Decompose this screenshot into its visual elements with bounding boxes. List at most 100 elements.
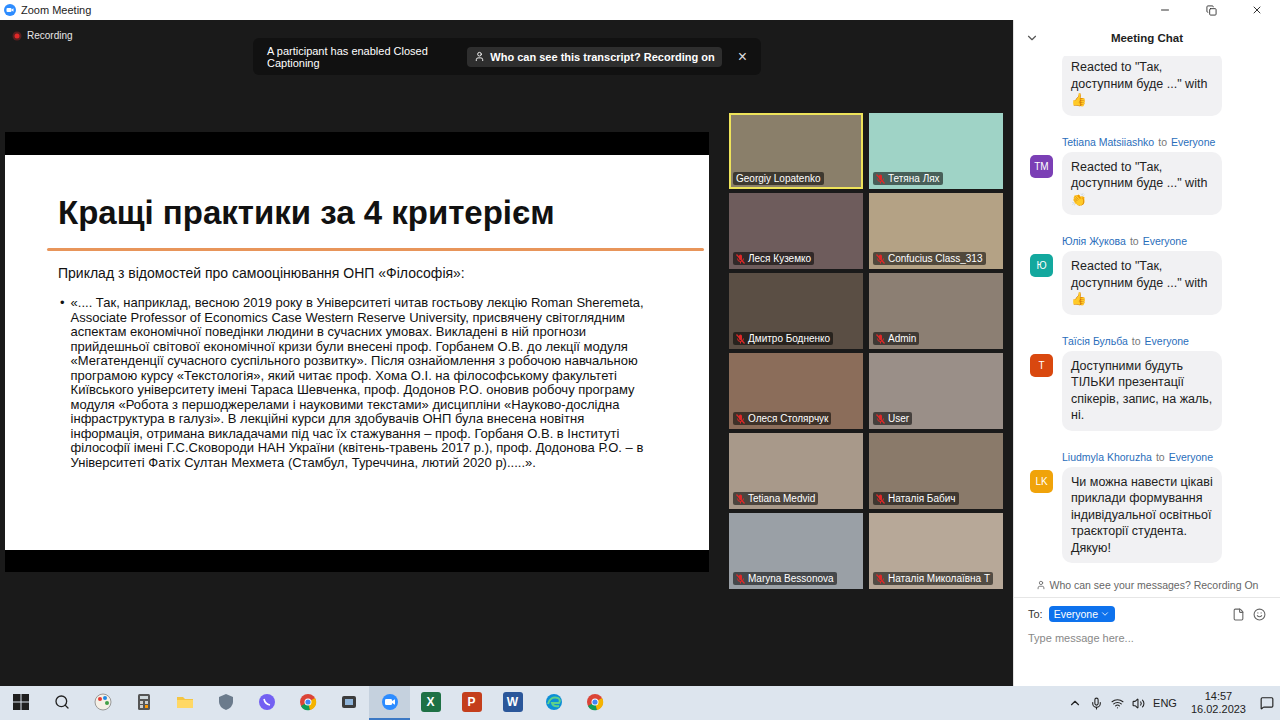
- message-header: Таїсія БульбаtoEveryone: [1062, 335, 1270, 347]
- participant-tile[interactable]: Maryna Bessonova: [729, 513, 863, 589]
- message-bubble: Reacted to "Так, доступним буде ..." wit…: [1062, 251, 1222, 315]
- taskbar-app[interactable]: X: [410, 686, 451, 720]
- muted-mic-icon: [876, 174, 885, 184]
- taskbar-app[interactable]: [287, 686, 328, 720]
- chat-message: Tetiana MatsiiashkotoEveryoneTMReacted t…: [1030, 136, 1270, 216]
- message-sender[interactable]: Юлія Жукова: [1062, 235, 1126, 247]
- calculator-icon: [134, 692, 154, 712]
- chat-panel: Meeting ChatReacted to "Так, доступним б…: [1013, 20, 1280, 686]
- minimize-button[interactable]: [1142, 0, 1188, 20]
- sender-avatar: T: [1030, 354, 1053, 377]
- window-body: Recording A participant has enabled Close…: [0, 20, 1280, 686]
- participant-tile[interactable]: Confucius Class_313: [869, 193, 1003, 269]
- participant-tile[interactable]: User: [869, 353, 1003, 429]
- collapse-button[interactable]: [1014, 31, 1050, 45]
- close-button[interactable]: [1234, 0, 1280, 20]
- banner-close-button[interactable]: ×: [732, 48, 753, 66]
- slide-rule: [47, 248, 704, 251]
- message-privacy-link[interactable]: Who can see your messages? Recording On: [1014, 575, 1280, 598]
- folder-icon: [175, 692, 195, 712]
- close-icon: [1251, 4, 1263, 16]
- sender-avatar: TM: [1030, 155, 1053, 178]
- taskbar-app[interactable]: W: [492, 686, 533, 720]
- search-button[interactable]: [41, 686, 82, 720]
- muted-mic-icon: [876, 494, 885, 504]
- participant-tile[interactable]: Тетяна Лях: [869, 113, 1003, 189]
- muted-mic-icon: [736, 414, 745, 424]
- muted-mic-icon: [876, 334, 885, 344]
- caption-banner: A participant has enabled Closed Caption…: [253, 38, 761, 75]
- participant-tile[interactable]: Леся Куземко: [729, 193, 863, 269]
- sender-avatar: LK: [1030, 470, 1053, 493]
- message-sender[interactable]: Tetiana Matsiiashko: [1062, 136, 1154, 148]
- emoji-icon[interactable]: [1253, 608, 1266, 621]
- message-sender[interactable]: Таїсія Бульба: [1062, 335, 1128, 347]
- message-to: to: [1156, 451, 1165, 463]
- slide-bullet: •«.... Так, наприклад, весною 2019 року …: [60, 296, 652, 470]
- slide-bullets: •«.... Так, наприклад, весною 2019 року …: [42, 296, 652, 470]
- taskbar-app[interactable]: [328, 686, 369, 720]
- clock[interactable]: 14:5716.02.2023: [1185, 690, 1252, 716]
- chrome-icon: [585, 692, 605, 712]
- message-bubble: Reacted to "Так, доступним буде ..." wit…: [1062, 152, 1222, 216]
- message-bubble: Reacted to "Так, доступним буде ..." wit…: [1062, 56, 1222, 116]
- recipient-select[interactable]: Everyone: [1049, 606, 1115, 622]
- participant-name: Леся Куземко: [733, 252, 814, 265]
- muted-mic-icon: [736, 334, 745, 344]
- recording-dot-icon: [12, 31, 22, 41]
- window-title: Zoom Meeting: [21, 4, 91, 16]
- participant-tile[interactable]: Олеся Столярчук: [729, 353, 863, 429]
- participant-tile[interactable]: Admin: [869, 273, 1003, 349]
- message-to: to: [1130, 235, 1139, 247]
- message-recipient: Everyone: [1143, 235, 1187, 247]
- participant-tile[interactable]: Наталія Бабич: [869, 433, 1003, 509]
- muted-mic-icon: [876, 254, 885, 264]
- taskbar-app[interactable]: [164, 686, 205, 720]
- participant-name: Наталія Миколаївна Т: [873, 572, 993, 585]
- taskbar-app[interactable]: [533, 686, 574, 720]
- taskbar-app[interactable]: [246, 686, 287, 720]
- network-icon[interactable]: [1111, 697, 1124, 710]
- recording-indicator[interactable]: Recording: [12, 30, 73, 41]
- message-header: Liudmyla KhoruzhatoEveryone: [1062, 451, 1270, 463]
- taskbar-app[interactable]: [205, 686, 246, 720]
- notification-icon[interactable]: [1260, 696, 1274, 710]
- screen: Zoom Meeting Recording A participant has e…: [0, 0, 1280, 720]
- chevron-up-icon[interactable]: [1068, 696, 1082, 710]
- participant-name: Confucius Class_313: [873, 252, 986, 265]
- paint-icon: [93, 692, 113, 712]
- volume-icon[interactable]: [1132, 697, 1145, 710]
- zoom-icon: [380, 692, 400, 712]
- participant-tile[interactable]: Tetiana Medvid: [729, 433, 863, 509]
- edge-icon: [544, 692, 564, 712]
- word-icon: W: [503, 692, 523, 712]
- transcript-visibility-button[interactable]: Who can see this transcript? Recording o…: [467, 47, 721, 67]
- slide-subtitle: Приклад з відомостей про самооцінювання …: [42, 264, 652, 282]
- chat-header: Meeting Chat: [1014, 20, 1280, 56]
- recipient-row: To:Everyone: [1014, 598, 1280, 626]
- participant-tile[interactable]: Georgiy Lopatenko: [729, 113, 863, 189]
- message-sender[interactable]: Liudmyla Khoruzha: [1062, 451, 1152, 463]
- file-icon[interactable]: [1232, 608, 1245, 621]
- window-controls: [1142, 0, 1280, 20]
- taskbar: XPW ENG 14:5716.02.2023: [0, 686, 1280, 720]
- taskbar-app[interactable]: [82, 686, 123, 720]
- system-tray: ENG 14:5716.02.2023: [1068, 690, 1280, 716]
- participant-tile[interactable]: Наталія Миколаївна Т: [869, 513, 1003, 589]
- start-button[interactable]: [0, 686, 41, 720]
- taskbar-app[interactable]: [574, 686, 615, 720]
- mic-icon[interactable]: [1090, 697, 1103, 710]
- banner-message: A participant has enabled Closed Caption…: [267, 45, 457, 69]
- person-icon: [474, 51, 485, 62]
- participant-name: Тетяна Лях: [873, 172, 943, 185]
- message-input[interactable]: Type message here...: [1014, 626, 1280, 686]
- restore-button[interactable]: [1188, 0, 1234, 20]
- taskbar-app[interactable]: [123, 686, 164, 720]
- taskbar-app[interactable]: [369, 686, 410, 720]
- viber-icon: [257, 692, 277, 712]
- language-indicator[interactable]: ENG: [1153, 697, 1177, 709]
- taskbar-app[interactable]: P: [451, 686, 492, 720]
- windows-start-icon: [13, 694, 29, 710]
- message-to: to: [1132, 335, 1141, 347]
- participant-tile[interactable]: Дмитро Бодненко: [729, 273, 863, 349]
